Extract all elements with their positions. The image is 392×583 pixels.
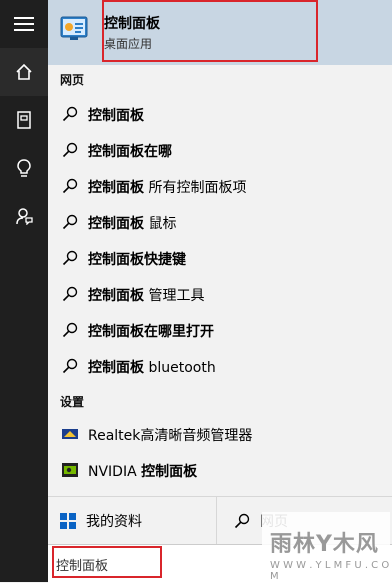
search-icon (62, 322, 78, 338)
web-result-bold: 控制面板在哪 (88, 144, 172, 160)
watermark-title: 雨林Y木风 (270, 532, 379, 557)
web-result-1[interactable]: 控制面板 (48, 96, 392, 132)
section-web-header: 网页 (60, 73, 85, 87)
annotation-box-search (52, 546, 162, 578)
web-result-2[interactable]: 控制面板在哪 (48, 132, 392, 168)
web-result-8[interactable]: 控制面板 bluetooth (48, 348, 392, 384)
web-result-rest: 所有控制面板项 (144, 180, 247, 196)
notebook-button[interactable] (0, 96, 48, 144)
windows-icon (60, 513, 76, 529)
web-result-bold: 控制面板 (88, 360, 144, 376)
web-result-rest: 鼠标 (144, 216, 177, 232)
settings-result-nvidia-label: NVIDIA (88, 464, 142, 480)
control-panel-icon (60, 16, 88, 40)
section-settings-header: 设置 (60, 395, 85, 409)
search-icon (62, 286, 78, 302)
home-button[interactable] (0, 48, 48, 96)
settings-result-nvidia[interactable]: NVIDIA 控制面板 (48, 452, 392, 488)
search-icon (62, 178, 78, 194)
web-result-7[interactable]: 控制面板在哪里打开 (48, 312, 392, 348)
feedback-button[interactable] (0, 192, 48, 240)
web-result-bold: 控制面板 (88, 108, 144, 124)
web-result-6[interactable]: 控制面板 管理工具 (48, 276, 392, 312)
search-icon (62, 250, 78, 266)
settings-result-nvidia-bold: 控制面板 (141, 464, 198, 480)
web-result-3[interactable]: 控制面板 所有控制面板项 (48, 168, 392, 204)
web-result-bold: 控制面板 (88, 288, 144, 304)
my-data-button[interactable]: 我的资料 (60, 511, 142, 531)
search-icon (62, 106, 78, 122)
realtek-audio-icon (62, 429, 78, 439)
web-result-bold: 控制面板 (88, 180, 144, 196)
notebook-icon (17, 111, 31, 129)
settings-result-realtek[interactable]: Realtek高清晰音频管理器 (48, 416, 392, 452)
search-icon (234, 513, 250, 529)
watermark: 雨林Y木风 W W W . Y L M F U . C O M (262, 512, 390, 582)
watermark-url: W W W . Y L M F U . C O M (270, 560, 390, 582)
my-data-label: 我的资料 (86, 514, 142, 530)
web-result-4[interactable]: 控制面板 鼠标 (48, 204, 392, 240)
lightbulb-icon (17, 159, 31, 177)
search-icon (62, 358, 78, 374)
feedback-icon (16, 208, 33, 225)
web-result-rest: bluetooth (144, 360, 216, 376)
web-result-bold: 控制面板 (88, 216, 144, 232)
annotation-box-best-match (102, 0, 318, 62)
menu-button[interactable] (0, 0, 48, 48)
web-result-bold: 控制面板快捷键 (88, 252, 186, 268)
web-result-rest: 管理工具 (144, 288, 205, 304)
search-icon (62, 214, 78, 230)
left-rail (0, 0, 48, 582)
web-result-bold: 控制面板在哪里打开 (88, 324, 214, 340)
hamburger-icon (14, 17, 34, 31)
settings-result-label: Realtek高清晰音频管理器 (88, 428, 253, 444)
web-result-5[interactable]: 控制面板快捷键 (48, 240, 392, 276)
results-panel: 控制面板 桌面应用 网页 控制面板 控制面板在哪 控制面板 所有控制面板项 控制… (48, 0, 392, 496)
home-icon (16, 63, 32, 80)
tips-button[interactable] (0, 144, 48, 192)
bottom-divider (216, 497, 217, 545)
search-icon (62, 142, 78, 158)
nvidia-icon (62, 463, 78, 477)
